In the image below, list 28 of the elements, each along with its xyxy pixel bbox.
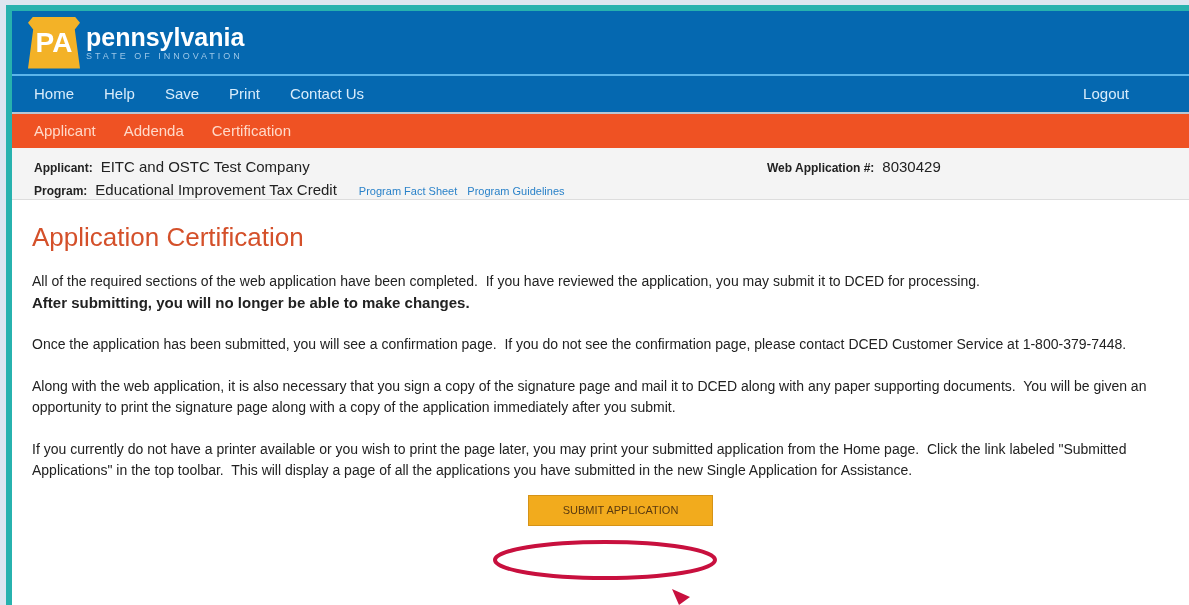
tab-link[interactable]: Addenda (123, 119, 184, 143)
logo-title: pennsylvania (86, 23, 245, 50)
program-link[interactable]: Program Fact Sheet (358, 182, 458, 199)
page-title: Application Certification (32, 221, 305, 254)
submit-application-button[interactable]: SUBMIT APPLICATION (527, 495, 714, 526)
nav-link[interactable]: Save (164, 82, 200, 106)
logo-tagline: STATE OF INNOVATION (86, 50, 243, 62)
nav-link[interactable]: Contact Us (289, 82, 365, 106)
web-application-number: 8030429 (882, 157, 941, 177)
field-label: Program: (34, 182, 88, 200)
program-name: Educational Improvement Tax Credit (95, 179, 337, 200)
program-link[interactable]: Program Guidelines (467, 182, 565, 199)
paragraph: Along with the web application, it is also necessary that you sign a copy of the signature page and mail it to DCED along with any paper supporting documents. You will be given an opportunity to print the signature page along with a copy of the application immediately after you submit. (32, 377, 1148, 417)
logout-link[interactable]: Logout (1083, 82, 1129, 106)
nav-link[interactable]: Home (34, 82, 74, 106)
nav-link[interactable]: Print (229, 82, 260, 106)
tab-link[interactable]: Certification (211, 119, 291, 143)
applicant-name: EITC and OSTC Test Company (100, 157, 310, 177)
tab-link[interactable]: Applicant (34, 119, 96, 143)
field-label: Applicant: (34, 160, 93, 177)
warning-text: After submitting, you will no longer be able to make changes. (32, 293, 471, 313)
keystone-logo: PA (28, 16, 80, 69)
paragraph: All of the required sections of the web application have been completed. If you have reviewed the application, you may submit it to DCED for processing. (32, 272, 981, 291)
pointer-arrow (672, 589, 690, 605)
nav-link[interactable]: Help (104, 82, 135, 106)
field-label: Web Application #: (767, 160, 875, 177)
paragraph: Once the application has been submitted, you will see a confirmation page. If you do not see the confirmation page, please contact DCED Customer Service at 1-800-379-7448. (32, 335, 1128, 354)
paragraph: If you currently do not have a printer available or you wish to print the page later, you may print your submitted application from the Home page. Click the link labeled "Submitted Applications" in the top toolbar. This will display a page of all the applications you have submitted in the new Single Application for Assistance. (32, 440, 1128, 480)
